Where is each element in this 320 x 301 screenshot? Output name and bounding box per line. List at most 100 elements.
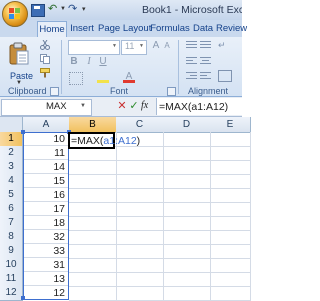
empty-cell[interactable]	[210, 272, 251, 287]
font-size-dropdown-icon[interactable]: ▼	[139, 43, 145, 49]
increase-indent-icon[interactable]	[200, 72, 211, 81]
empty-cell[interactable]	[116, 258, 164, 273]
font-launcher-icon[interactable]	[167, 87, 176, 96]
align-center-icon[interactable]	[200, 57, 211, 66]
row-header[interactable]: 1	[0, 132, 23, 147]
empty-cell[interactable]	[210, 258, 251, 273]
underline-button[interactable]: U	[98, 56, 108, 68]
row-header[interactable]: 12	[0, 286, 23, 301]
name-box-dropdown-icon[interactable]: ▼	[80, 103, 87, 110]
row-header[interactable]: 6	[0, 202, 23, 217]
empty-cell[interactable]	[163, 188, 211, 203]
row-header[interactable]: 5	[0, 188, 23, 203]
wrap-text-icon[interactable]: ↵	[218, 40, 230, 50]
align-left-icon[interactable]	[186, 57, 197, 66]
column-header-e[interactable]: E	[210, 117, 251, 133]
empty-cell[interactable]	[163, 202, 211, 217]
empty-cell[interactable]	[116, 244, 164, 259]
enter-entry-button[interactable]: ✓	[129, 100, 139, 112]
borders-icon[interactable]	[69, 72, 83, 85]
shrink-font-icon[interactable]: A	[162, 40, 172, 52]
tab-review[interactable]: Review	[216, 21, 247, 36]
row-header[interactable]: 2	[0, 146, 23, 161]
column-header-a[interactable]: A	[23, 117, 70, 133]
empty-cell[interactable]	[163, 244, 211, 259]
copy-icon[interactable]	[40, 54, 50, 64]
active-cell-formula[interactable]: =MAX(a1:A12)	[71, 133, 140, 149]
empty-cell[interactable]	[163, 216, 211, 231]
bold-button[interactable]: B	[69, 56, 79, 68]
font-name-dropdown-icon[interactable]: ▼	[112, 43, 118, 49]
empty-cell[interactable]	[69, 216, 117, 231]
tab-home[interactable]: Home	[37, 21, 67, 38]
empty-cell[interactable]	[116, 216, 164, 231]
tab-data[interactable]: Data	[192, 21, 214, 36]
align-top-icon[interactable]	[186, 41, 197, 50]
column-header-b[interactable]: B	[69, 117, 117, 133]
format-painter-icon[interactable]	[40, 68, 50, 78]
empty-cell[interactable]	[163, 160, 211, 175]
save-icon[interactable]	[31, 4, 45, 17]
empty-cell[interactable]	[69, 244, 117, 259]
column-header-c[interactable]: C	[116, 117, 164, 133]
empty-cell[interactable]	[116, 272, 164, 287]
empty-cell[interactable]	[116, 202, 164, 217]
row-header[interactable]: 4	[0, 174, 23, 189]
column-header-d[interactable]: D	[163, 117, 211, 133]
empty-cell[interactable]	[210, 174, 251, 189]
empty-cell[interactable]	[116, 188, 164, 203]
empty-cell[interactable]	[163, 146, 211, 161]
italic-button[interactable]: I	[84, 56, 94, 68]
empty-cell[interactable]	[210, 132, 251, 147]
empty-cell[interactable]	[163, 286, 211, 301]
tab-formulas[interactable]: Formulas	[149, 21, 191, 36]
empty-cell[interactable]	[69, 202, 117, 217]
fill-color-icon[interactable]	[97, 72, 109, 83]
range-handle[interactable]	[21, 296, 25, 300]
cancel-entry-button[interactable]: ✕	[117, 100, 127, 112]
row-header[interactable]: 11	[0, 272, 23, 287]
undo-dropdown-icon[interactable]: ▼	[60, 6, 66, 12]
empty-cell[interactable]	[210, 286, 251, 301]
empty-cell[interactable]	[210, 230, 251, 245]
empty-cell[interactable]	[116, 286, 164, 301]
empty-cell[interactable]	[210, 216, 251, 231]
paste-icon[interactable]	[8, 42, 30, 66]
row-header[interactable]: 3	[0, 160, 23, 175]
empty-cell[interactable]	[116, 160, 164, 175]
empty-cell[interactable]	[69, 160, 117, 175]
range-handle[interactable]	[21, 130, 25, 134]
row-header[interactable]: 10	[0, 258, 23, 273]
row-header[interactable]: 9	[0, 244, 23, 259]
empty-cell[interactable]	[69, 286, 117, 301]
empty-cell[interactable]	[116, 174, 164, 189]
empty-cell[interactable]	[210, 160, 251, 175]
empty-cell[interactable]	[69, 174, 117, 189]
clipboard-launcher-icon[interactable]	[50, 87, 59, 96]
empty-cell[interactable]	[69, 230, 117, 245]
tab-insert[interactable]: Insert	[67, 21, 97, 36]
insert-function-button[interactable]: fx	[141, 100, 155, 112]
paste-dropdown-icon[interactable]: ▼	[16, 80, 24, 88]
empty-cell[interactable]	[163, 174, 211, 189]
cut-icon[interactable]	[40, 40, 50, 50]
grow-font-icon[interactable]: A	[151, 40, 161, 52]
empty-cell[interactable]	[69, 272, 117, 287]
office-button[interactable]	[2, 1, 28, 27]
align-middle-icon[interactable]	[200, 41, 211, 50]
row-header[interactable]: 8	[0, 230, 23, 245]
empty-cell[interactable]	[163, 132, 211, 147]
empty-cell[interactable]	[210, 244, 251, 259]
merge-center-icon[interactable]	[218, 70, 232, 82]
font-color-icon[interactable]: A	[123, 72, 135, 83]
empty-cell[interactable]	[163, 230, 211, 245]
empty-cell[interactable]	[210, 202, 251, 217]
select-all-corner[interactable]	[0, 117, 23, 133]
empty-cell[interactable]	[69, 258, 117, 273]
empty-cell[interactable]	[210, 188, 251, 203]
empty-cell[interactable]	[116, 230, 164, 245]
empty-cell[interactable]	[163, 258, 211, 273]
row-header[interactable]: 7	[0, 216, 23, 231]
customize-toolbar-icon[interactable]: ▾	[82, 6, 90, 14]
redo-icon[interactable]: ↷	[68, 3, 82, 15]
